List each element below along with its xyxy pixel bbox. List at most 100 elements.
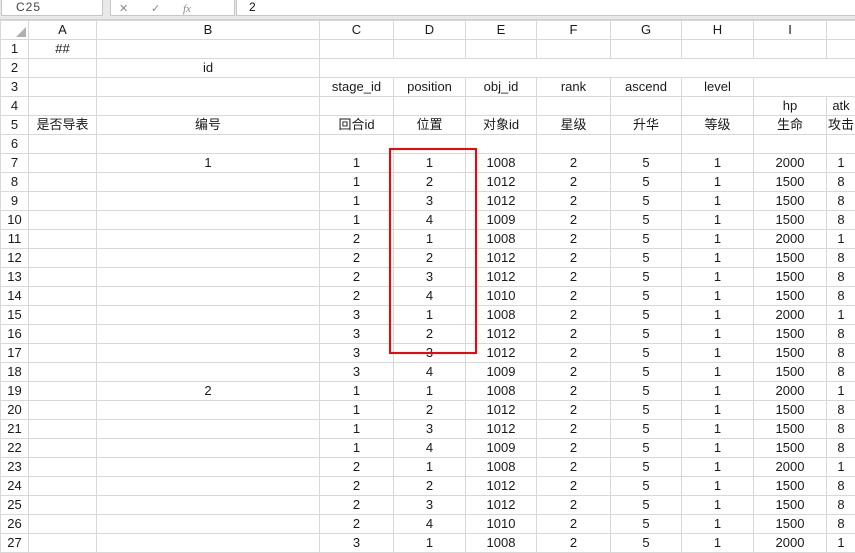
cell-I21[interactable]: 1500: [754, 420, 827, 439]
cell-E22[interactable]: 1009: [466, 439, 537, 458]
cell-G24[interactable]: 5: [611, 477, 682, 496]
cell-C18[interactable]: 3: [320, 363, 394, 382]
row-header-20[interactable]: 20: [1, 401, 29, 420]
cell-F1[interactable]: [537, 40, 611, 59]
cell-D10[interactable]: 4: [394, 211, 466, 230]
cell-J20[interactable]: 8: [827, 401, 855, 420]
cell-A1[interactable]: ##: [29, 40, 97, 59]
cell-D5[interactable]: 位置: [394, 116, 466, 135]
cell-A5[interactable]: 是否导表: [29, 116, 97, 135]
cell-J21[interactable]: 8: [827, 420, 855, 439]
cell-B15[interactable]: [97, 306, 320, 325]
row-header-13[interactable]: 13: [1, 268, 29, 287]
row-header-8[interactable]: 8: [1, 173, 29, 192]
cell-I18[interactable]: 1500: [754, 363, 827, 382]
cell-F18[interactable]: 2: [537, 363, 611, 382]
cell-J11[interactable]: 1: [827, 230, 855, 249]
cell-A8[interactable]: [29, 173, 97, 192]
cell-B27[interactable]: [97, 534, 320, 553]
cell-G1[interactable]: [611, 40, 682, 59]
cell-E14[interactable]: 1010: [466, 287, 537, 306]
cell-I20[interactable]: 1500: [754, 401, 827, 420]
cell-E19[interactable]: 1008: [466, 382, 537, 401]
cell-A24[interactable]: [29, 477, 97, 496]
cell-H16[interactable]: 1: [682, 325, 754, 344]
cell-A22[interactable]: [29, 439, 97, 458]
cell-B6[interactable]: [97, 135, 320, 154]
cell-F3[interactable]: rank: [537, 78, 611, 97]
cell-F5[interactable]: 星级: [537, 116, 611, 135]
cell-A19[interactable]: [29, 382, 97, 401]
cell-I11[interactable]: 2000: [754, 230, 827, 249]
cell-G9[interactable]: 5: [611, 192, 682, 211]
col-header-B[interactable]: B: [97, 21, 320, 40]
cell-G13[interactable]: 5: [611, 268, 682, 287]
cell-H23[interactable]: 1: [682, 458, 754, 477]
cell-H19[interactable]: 1: [682, 382, 754, 401]
cell-H7[interactable]: 1: [682, 154, 754, 173]
row-header-26[interactable]: 26: [1, 515, 29, 534]
cell-H3[interactable]: level: [682, 78, 754, 97]
row-header-16[interactable]: 16: [1, 325, 29, 344]
cell-H12[interactable]: 1: [682, 249, 754, 268]
cell-J10[interactable]: 8: [827, 211, 855, 230]
cell-B23[interactable]: [97, 458, 320, 477]
cell-G6[interactable]: [611, 135, 682, 154]
cell-C3[interactable]: stage_id: [320, 78, 394, 97]
col-header-G[interactable]: G: [611, 21, 682, 40]
cell-F8[interactable]: 2: [537, 173, 611, 192]
cell-E15[interactable]: 1008: [466, 306, 537, 325]
cell-E12[interactable]: 1012: [466, 249, 537, 268]
cell-B21[interactable]: [97, 420, 320, 439]
cell-I19[interactable]: 2000: [754, 382, 827, 401]
row-header-7[interactable]: 7: [1, 154, 29, 173]
cell-E6[interactable]: [466, 135, 537, 154]
cell-C11[interactable]: 2: [320, 230, 394, 249]
col-header-E[interactable]: E: [466, 21, 537, 40]
col-header-F[interactable]: F: [537, 21, 611, 40]
cell-G16[interactable]: 5: [611, 325, 682, 344]
cell-A15[interactable]: [29, 306, 97, 325]
cell-A10[interactable]: [29, 211, 97, 230]
cell-D3[interactable]: position: [394, 78, 466, 97]
col-header-J-partial[interactable]: [827, 21, 855, 40]
cell-B10[interactable]: [97, 211, 320, 230]
cell-H22[interactable]: 1: [682, 439, 754, 458]
cell-A6[interactable]: [29, 135, 97, 154]
cell-C23[interactable]: 2: [320, 458, 394, 477]
cell-H6[interactable]: [682, 135, 754, 154]
row-header-24[interactable]: 24: [1, 477, 29, 496]
cell-B18[interactable]: [97, 363, 320, 382]
cell-C20[interactable]: 1: [320, 401, 394, 420]
cell-C21[interactable]: 1: [320, 420, 394, 439]
cell-D18[interactable]: 4: [394, 363, 466, 382]
cell-B24[interactable]: [97, 477, 320, 496]
cell-C10[interactable]: 1: [320, 211, 394, 230]
cell-D13[interactable]: 3: [394, 268, 466, 287]
cell-B17[interactable]: [97, 344, 320, 363]
cell-E7[interactable]: 1008: [466, 154, 537, 173]
cell-A21[interactable]: [29, 420, 97, 439]
cell-B4[interactable]: [97, 97, 320, 116]
row-header-5[interactable]: 5: [1, 116, 29, 135]
col-header-I[interactable]: I: [754, 21, 827, 40]
row-header-19[interactable]: 19: [1, 382, 29, 401]
cell-A27[interactable]: [29, 534, 97, 553]
col-header-H[interactable]: H: [682, 21, 754, 40]
cell-E17[interactable]: 1012: [466, 344, 537, 363]
cell-I13[interactable]: 1500: [754, 268, 827, 287]
cell-E25[interactable]: 1012: [466, 496, 537, 515]
cell-B8[interactable]: [97, 173, 320, 192]
cell-J24[interactable]: 8: [827, 477, 855, 496]
cell-C1[interactable]: [320, 40, 394, 59]
row-header-15[interactable]: 15: [1, 306, 29, 325]
cell-J17[interactable]: 8: [827, 344, 855, 363]
cell-F25[interactable]: 2: [537, 496, 611, 515]
cell-A12[interactable]: [29, 249, 97, 268]
cell-B16[interactable]: [97, 325, 320, 344]
cell-H5[interactable]: 等级: [682, 116, 754, 135]
cell-I17[interactable]: 1500: [754, 344, 827, 363]
cell-H15[interactable]: 1: [682, 306, 754, 325]
cell-I7[interactable]: 2000: [754, 154, 827, 173]
cell-B26[interactable]: [97, 515, 320, 534]
